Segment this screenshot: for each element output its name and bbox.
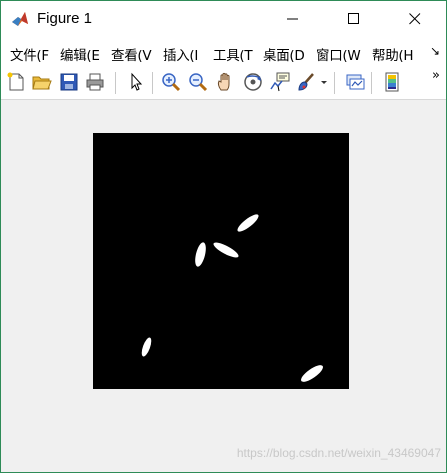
rotate-3d-icon[interactable] <box>242 71 264 93</box>
close-icon <box>409 13 421 25</box>
open-file-icon[interactable] <box>31 71 53 93</box>
data-cursor-icon[interactable] <box>269 71 291 93</box>
window-title: Figure 1 <box>37 10 93 27</box>
toolbar-separator <box>334 72 335 94</box>
toolbar-separator <box>152 72 153 94</box>
menu-help[interactable]: 帮助(H <box>372 44 414 64</box>
zoom-in-icon[interactable] <box>160 71 182 93</box>
select-arrow-icon[interactable] <box>125 71 147 93</box>
close-button[interactable] <box>392 1 438 37</box>
menu-desktop[interactable]: 桌面(D <box>263 44 305 64</box>
menu-bar: 文件(F 编辑(E 查看(V 插入(I 工具(T 桌面(D 窗口(W 帮助(H … <box>1 37 446 67</box>
save-icon[interactable] <box>58 71 80 93</box>
toolbar-separator <box>115 72 116 94</box>
menu-window[interactable]: 窗口(W <box>316 44 361 64</box>
menu-view[interactable]: 查看(V <box>111 44 152 64</box>
image-blob <box>139 336 154 358</box>
menu-insert[interactable]: 插入(I <box>163 44 198 64</box>
toolbar-separator <box>371 72 372 94</box>
minimize-icon <box>287 18 298 20</box>
maximize-icon <box>348 13 359 24</box>
maximize-button[interactable] <box>331 1 377 37</box>
image-blob <box>298 362 326 385</box>
new-figure-icon[interactable] <box>5 71 27 93</box>
menu-file[interactable]: 文件(F <box>10 44 49 64</box>
insert-colorbar-icon[interactable] <box>381 71 403 93</box>
matlab-icon <box>10 9 30 29</box>
pan-hand-icon[interactable] <box>215 71 237 93</box>
print-icon[interactable] <box>84 71 106 93</box>
watermark-text: https://blog.csdn.net/weixin_43469047 <box>236 446 441 460</box>
image-blob <box>235 211 261 235</box>
minimize-button[interactable] <box>270 1 316 37</box>
menu-overflow-icon[interactable]: ↘ <box>430 44 440 58</box>
figure-toolbar: » <box>1 67 446 100</box>
title-bar: Figure 1 <box>1 1 446 37</box>
zoom-out-icon[interactable] <box>187 71 209 93</box>
brush-icon[interactable] <box>296 71 318 93</box>
menu-edit[interactable]: 编辑(E <box>60 44 100 64</box>
image-axes <box>93 133 349 389</box>
toolbar-overflow-icon[interactable]: » <box>432 68 440 83</box>
image-blob <box>193 241 208 268</box>
image-blob <box>211 239 241 261</box>
link-plot-icon[interactable] <box>344 71 366 93</box>
menu-tools[interactable]: 工具(T <box>213 44 253 64</box>
chevron-down-icon[interactable] <box>319 71 329 93</box>
